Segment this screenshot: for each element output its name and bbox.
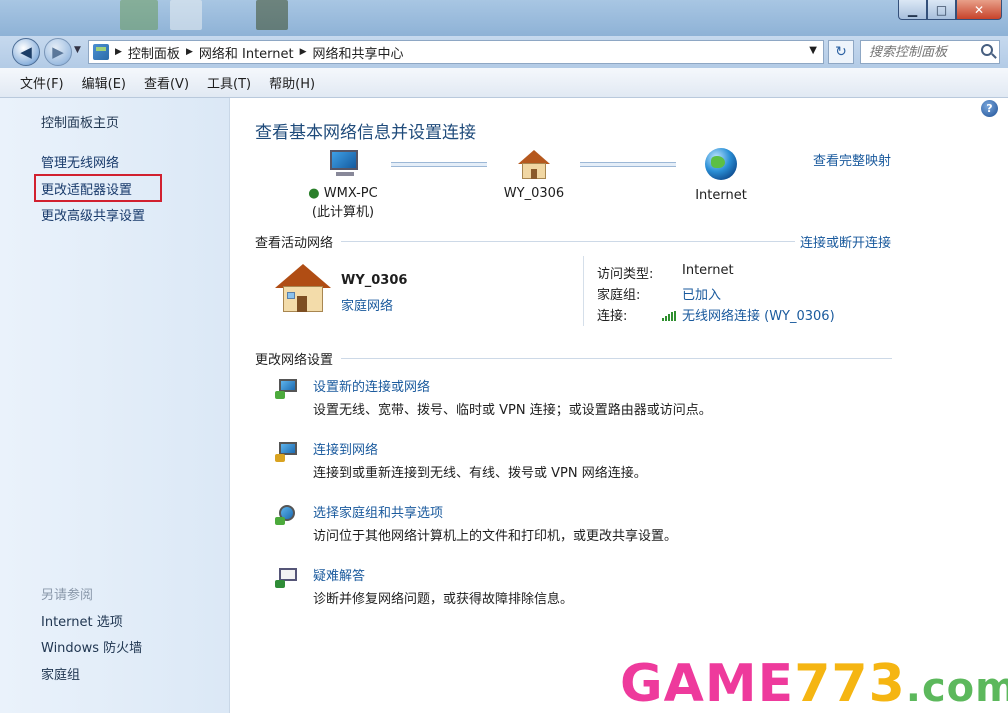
search-icon[interactable]: [981, 44, 993, 56]
chevron-right-icon[interactable]: ▶: [300, 47, 307, 57]
change-settings-heading: 更改网络设置: [255, 353, 334, 368]
watermark-part-game: GAME: [620, 654, 795, 713]
troubleshoot-link[interactable]: 疑难解答: [313, 565, 365, 584]
network-node-label: WY_0306: [503, 186, 565, 201]
menu-help[interactable]: 帮助(H): [263, 73, 321, 92]
menu-edit[interactable]: 编辑(E): [76, 73, 132, 92]
internet-node-label: Internet: [695, 188, 747, 203]
maximize-button[interactable]: □: [927, 0, 956, 20]
troubleshoot-desc: 诊断并修复网络问题，或获得故障排除信息。: [313, 592, 574, 607]
sidebar-item-manage-wireless[interactable]: 管理无线网络: [41, 152, 119, 171]
troubleshoot-icon: [275, 566, 303, 590]
menu-bar: 文件(F) 编辑(E) 查看(V) 工具(T) 帮助(H): [0, 68, 1008, 98]
menu-file[interactable]: 文件(F): [14, 73, 70, 92]
wifi-signal-icon: [662, 311, 678, 321]
home-network-icon: [275, 264, 331, 314]
sidebar: 控制面板主页 管理无线网络 更改适配器设置 更改高级共享设置 另请参阅 Inte…: [0, 98, 230, 713]
recent-pages-dropdown-icon[interactable]: ▼: [74, 45, 81, 55]
breadcrumb-network-internet[interactable]: 网络和 Internet: [199, 43, 294, 62]
homegroup-sharing-desc: 访问位于其他网络计算机上的文件和打印机，或更改共享设置。: [313, 529, 678, 544]
setup-connection-link[interactable]: 设置新的连接或网络: [313, 376, 430, 395]
window-controls: ▁ □ ✕: [898, 0, 1002, 20]
menu-tools[interactable]: 工具(T): [201, 73, 257, 92]
sidebar-item-advanced-sharing[interactable]: 更改高级共享设置: [41, 205, 145, 224]
pc-sublabel: (此计算机): [311, 205, 375, 220]
map-connection-line: [580, 162, 676, 167]
house-icon: [516, 150, 552, 180]
wireless-connection-link[interactable]: 无线网络连接 (WY_0306): [662, 305, 835, 324]
homegroup-sharing-icon: [275, 503, 303, 527]
network-type-link[interactable]: 家庭网络: [341, 295, 393, 314]
homegroup-value-link[interactable]: 已加入: [682, 284, 721, 303]
forward-button[interactable]: ▶: [44, 38, 72, 66]
map-node-internet[interactable]: Internet: [681, 148, 761, 203]
watermark-part-domain: .com: [905, 665, 1008, 711]
site-watermark: GAME773.com: [620, 658, 1008, 710]
connection-label: 连接:: [597, 309, 628, 324]
section-divider: [341, 358, 892, 359]
back-button[interactable]: ◀: [12, 38, 40, 66]
blurred-background-tile: [256, 0, 288, 30]
search-input[interactable]: [861, 41, 971, 63]
minimize-button[interactable]: ▁: [898, 0, 927, 20]
blurred-background-tile: [120, 0, 158, 30]
homegroup-sharing-link[interactable]: 选择家庭组和共享选项: [313, 502, 443, 521]
view-full-map-link[interactable]: 查看完整映射: [813, 150, 891, 169]
map-node-network[interactable]: WY_0306: [493, 150, 575, 201]
chevron-right-icon[interactable]: ▶: [186, 47, 193, 57]
sidebar-item-change-adapter-settings[interactable]: 更改适配器设置: [41, 179, 132, 198]
map-connection-line: [391, 162, 487, 167]
address-bar[interactable]: ▶ 控制面板 ▶ 网络和 Internet ▶ 网络和共享中心 ▼: [88, 40, 824, 64]
control-panel-icon: [93, 44, 109, 60]
sidebar-item-control-panel-home[interactable]: 控制面板主页: [41, 112, 119, 131]
window-titlebar: ▁ □ ✕: [0, 0, 1008, 36]
watermark-part-number: 773: [794, 654, 906, 713]
active-network-name: WY_0306: [341, 273, 408, 288]
connect-network-icon: [275, 440, 303, 464]
main-content: ? 查看基本网络信息并设置连接 查看完整映射 ● WMX-PC (此计算机) W…: [231, 98, 1008, 713]
address-dropdown-icon[interactable]: ▼: [809, 45, 817, 56]
pc-name-text: WMX-PC: [323, 186, 378, 201]
search-box[interactable]: [860, 40, 1000, 64]
setup-connection-desc: 设置无线、宽带、拨号、临时或 VPN 连接；或设置路由器或访问点。: [313, 403, 712, 418]
map-node-this-pc[interactable]: ● WMX-PC (此计算机): [303, 150, 383, 220]
blurred-background-tile: [170, 0, 202, 30]
vertical-divider: [583, 256, 584, 326]
section-divider: [341, 241, 795, 242]
see-also-internet-options[interactable]: Internet 选项: [41, 611, 123, 630]
see-also-windows-firewall[interactable]: Windows 防火墙: [41, 637, 142, 656]
network-globe-small-icon: ●: [308, 186, 320, 201]
connect-network-desc: 连接到或重新连接到无线、有线、拨号或 VPN 网络连接。: [313, 466, 647, 481]
active-networks-heading: 查看活动网络: [255, 236, 334, 251]
breadcrumb-control-panel[interactable]: 控制面板: [128, 43, 180, 62]
see-also-homegroup[interactable]: 家庭组: [41, 664, 80, 683]
pc-name: ● WMX-PC: [303, 186, 383, 201]
connect-network-link[interactable]: 连接到网络: [313, 439, 378, 458]
breadcrumb-network-sharing-center[interactable]: 网络和共享中心: [313, 43, 404, 62]
chevron-right-icon[interactable]: ▶: [115, 47, 122, 57]
homegroup-label: 家庭组:: [597, 288, 641, 303]
menu-view[interactable]: 查看(V): [138, 73, 195, 92]
globe-icon: [705, 148, 737, 180]
close-button[interactable]: ✕: [956, 0, 1002, 20]
connect-disconnect-link[interactable]: 连接或断开连接: [800, 232, 891, 251]
access-type-label: 访问类型:: [597, 267, 654, 282]
refresh-button[interactable]: ↻: [828, 40, 854, 64]
see-also-heading: 另请参阅: [41, 588, 94, 603]
setup-connection-icon: [275, 377, 303, 401]
computer-icon: [326, 150, 360, 180]
access-type-value: Internet: [682, 263, 734, 278]
navigation-bar: ◀ ▶ ▼ ▶ 控制面板 ▶ 网络和 Internet ▶ 网络和共享中心 ▼ …: [0, 36, 1008, 68]
help-icon[interactable]: ?: [981, 100, 998, 117]
page-title: 查看基本网络信息并设置连接: [255, 123, 476, 143]
wireless-connection-text: 无线网络连接 (WY_0306): [682, 309, 835, 324]
